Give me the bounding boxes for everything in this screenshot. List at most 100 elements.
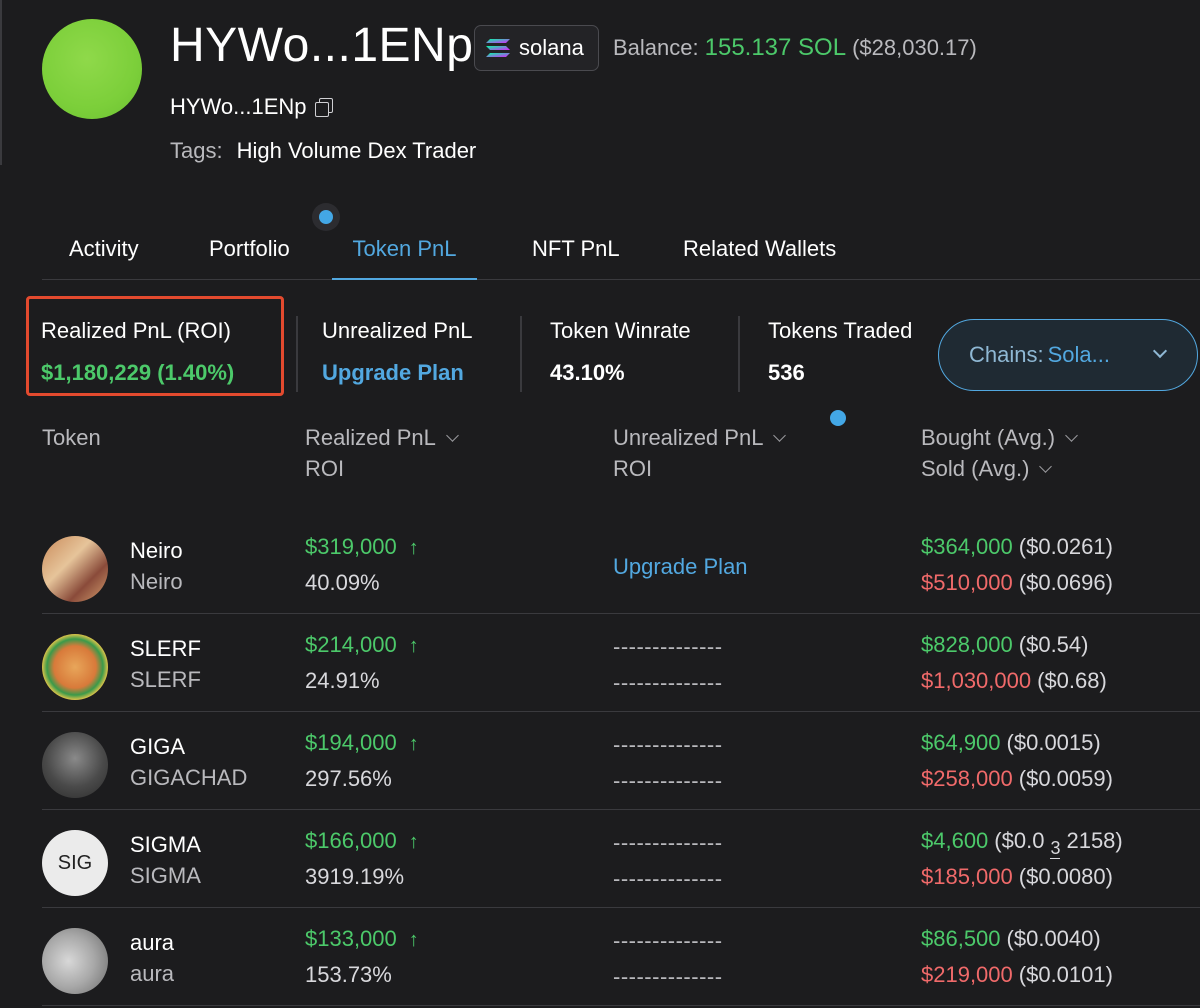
sold: $219,000 ($0.0101) [921, 962, 1113, 988]
roi: 153.73% [305, 962, 392, 987]
balance-label: Balance: [613, 35, 699, 60]
divider [296, 316, 298, 392]
column-header-bought-sold[interactable]: Bought (Avg.) Sold (Avg.) [921, 422, 1078, 484]
solana-logo-icon [486, 39, 510, 57]
arrow-up-icon: ↑ [408, 537, 419, 559]
upgrade-plan-link[interactable]: Upgrade Plan [613, 554, 748, 580]
token-symbol: SLERF [130, 636, 201, 661]
realized-pnl: $214,000 ↑ [305, 632, 419, 658]
stat-label: Realized PnL (ROI) [41, 318, 231, 343]
token-name: SLERF [130, 667, 201, 692]
stat-value: 43.10% [550, 360, 625, 385]
notification-dot [830, 410, 846, 426]
arrow-up-icon: ↑ [408, 635, 419, 657]
bought-avg: ($0.54) [1018, 632, 1089, 657]
bought: $364,000 ($0.0261) [921, 534, 1113, 560]
sold: $258,000 ($0.0059) [921, 766, 1113, 792]
stat-value: 536 [768, 360, 805, 385]
chain-name: solana [519, 35, 584, 60]
table-row[interactable]: SIG SIGMA SIGMA $166,000 ↑ 3919.19% -----… [42, 810, 1200, 908]
column-header-realized-pnl[interactable]: Realized PnL ROI [305, 422, 459, 484]
realized-pnl-value: $214,000 [305, 632, 397, 657]
sold-avg: ($0.0080) [1018, 864, 1113, 889]
table-row[interactable]: aura aura $133,000 ↑ 153.73% ------------… [42, 908, 1200, 1006]
realized-pnl: $319,000 ↑ [305, 534, 419, 560]
realized-pnl-value: $319,000 [305, 534, 397, 559]
chains-filter-value: Sola... [1047, 342, 1110, 367]
header-label: Bought (Avg.) [921, 425, 1056, 450]
token-icon-slerf [42, 634, 108, 700]
chains-filter-select[interactable]: Chains: Sola... [938, 319, 1198, 391]
upgrade-plan-link[interactable]: Upgrade Plan [322, 360, 472, 386]
tab-related-wallets[interactable]: Related Wallets [683, 236, 836, 280]
header-sublabel: ROI [305, 456, 345, 481]
token-name: SIGMA [130, 863, 201, 888]
token-icon-sigma: SIG [42, 830, 108, 896]
sort-chevron-icon[interactable] [773, 429, 787, 442]
sold-avg: ($0.0696) [1018, 570, 1113, 595]
sort-chevron-icon[interactable] [1065, 429, 1078, 442]
bought-avg: ($0.0 3 2158) [994, 828, 1123, 859]
unrealized-roi-placeholder: -------------- [613, 768, 723, 793]
sort-chevron-icon[interactable] [446, 429, 459, 442]
sold-value: $219,000 [921, 962, 1013, 987]
wallet-avatar [42, 19, 142, 119]
arrow-up-icon: ↑ [408, 831, 419, 853]
chains-filter-label: Chains: [969, 342, 1044, 367]
table-row[interactable]: SLERF SLERF $214,000 ↑ 24.91% -----------… [42, 614, 1200, 712]
left-edge-line [0, 0, 2, 165]
bought-avg-suffix: 2158) [1066, 828, 1123, 853]
sold: $1,030,000 ($0.68) [921, 668, 1107, 694]
table-row[interactable]: GIGA GIGACHAD $194,000 ↑ 297.56% --------… [42, 712, 1200, 810]
sold-value: $510,000 [921, 570, 1013, 595]
tab-nft-pnl[interactable]: NFT PnL [532, 236, 620, 280]
tab-portfolio[interactable]: Portfolio [209, 236, 290, 280]
tag-value[interactable]: High Volume Dex Trader [237, 138, 477, 164]
unrealized-pnl-placeholder: -------------- [613, 830, 723, 855]
sold: $510,000 ($0.0696) [921, 570, 1113, 596]
roi: 297.56% [305, 766, 392, 791]
divider [520, 316, 522, 392]
tab-token-pnl[interactable]: Token PnL [332, 236, 477, 280]
bought-avg-prefix: ($0.0 [994, 828, 1045, 853]
arrow-up-icon: ↑ [408, 733, 419, 755]
stat-realized-pnl: Realized PnL (ROI) $1,180,229 (1.40%) [41, 318, 234, 386]
sold-avg: ($0.68) [1037, 668, 1107, 693]
tags-label: Tags: [170, 138, 223, 163]
stat-label: Tokens Traded [768, 318, 913, 343]
tab-activity[interactable]: Activity [69, 236, 139, 280]
arrow-up-icon: ↑ [408, 929, 419, 951]
bought-value: $828,000 [921, 632, 1013, 657]
balance-sol: 155.137 SOL [704, 34, 847, 61]
token-symbol: GIGA [130, 734, 186, 759]
unrealized-roi-placeholder: -------------- [613, 964, 723, 989]
bought-avg: ($0.0261) [1018, 534, 1113, 559]
bought-value: $4,600 [921, 828, 989, 853]
bought-value: $364,000 [921, 534, 1013, 559]
unrealized-pnl-placeholder: -------------- [613, 732, 723, 757]
token-icon-giga [42, 732, 108, 798]
token-name: GIGACHAD [130, 765, 248, 790]
divider [738, 316, 740, 392]
sold: $185,000 ($0.0080) [921, 864, 1113, 890]
sort-chevron-icon[interactable] [1039, 460, 1053, 473]
copy-icon[interactable] [314, 98, 333, 117]
sold-avg: ($0.0101) [1018, 962, 1113, 987]
token-name: aura [130, 961, 175, 986]
sold-value: $1,030,000 [921, 668, 1032, 693]
stat-unrealized-pnl: Unrealized PnL Upgrade Plan [322, 318, 472, 386]
tab-bar: Activity Portfolio Token PnL NFT PnL Rel… [42, 222, 1200, 280]
chain-badge[interactable]: solana [474, 25, 599, 71]
roi: 40.09% [305, 570, 380, 595]
stat-label: Unrealized PnL [322, 318, 473, 343]
zero-count: 3 [1050, 838, 1061, 859]
header-sublabel: ROI [613, 456, 653, 481]
bought: $828,000 ($0.54) [921, 632, 1088, 658]
sold-value: $185,000 [921, 864, 1013, 889]
token-icon-neiro [42, 536, 108, 602]
bought-avg: ($0.0040) [1006, 926, 1101, 951]
sold-value: $258,000 [921, 766, 1013, 791]
chevron-down-icon [1152, 343, 1168, 359]
column-header-unrealized-pnl[interactable]: Unrealized PnL ROI [613, 422, 787, 484]
table-row[interactable]: Neiro Neiro $319,000 ↑ 40.09% Upgrade Pla… [42, 516, 1200, 614]
